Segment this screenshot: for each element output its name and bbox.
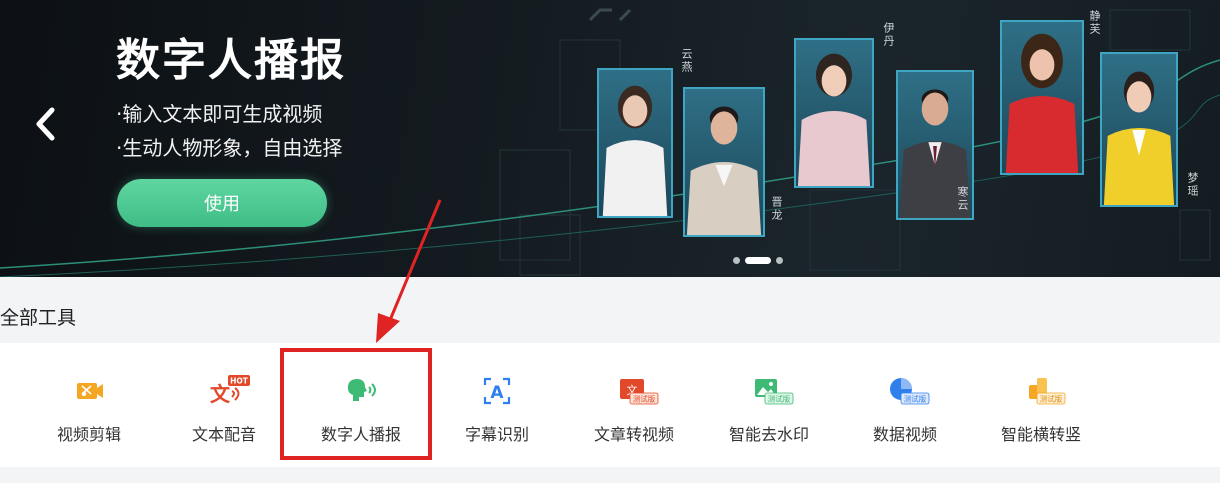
beta-badge: 测试版 (633, 394, 656, 404)
avatar-card-yidan[interactable] (794, 38, 874, 188)
avatar-figure (1005, 33, 1079, 173)
watermark-removal-icon: 测试版 (755, 379, 794, 405)
tool-text-dubbing[interactable]: 文 HOT 文本配音 (154, 343, 294, 467)
avatar-figure (686, 106, 762, 235)
tool-label: 智能横转竖 (1000, 425, 1081, 444)
use-button[interactable]: 使用 (117, 179, 327, 227)
avatar-card-jingfu[interactable] (1000, 20, 1084, 175)
subtitle-recognition-icon: A (483, 377, 511, 405)
avatar-figure (1103, 71, 1175, 205)
text-dubbing-icon: 文 HOT (210, 375, 250, 406)
tool-article-to-video[interactable]: 文 测试版 文章转视频 (564, 343, 704, 467)
tool-video-edit[interactable]: 视频剪辑 (19, 343, 159, 467)
avatar-name-label: 静芙 (1088, 10, 1101, 36)
svg-text:A: A (490, 383, 504, 403)
avatar-figure (602, 85, 668, 216)
tool-subtitle-recognition[interactable]: A 字幕识别 (427, 343, 567, 467)
chevron-left-icon (36, 107, 55, 141)
video-camera-scissors-icon (77, 383, 103, 399)
data-video-icon: 测试版 (890, 378, 930, 405)
beta-badge: 测试版 (768, 394, 791, 404)
section-title: 全部工具 (0, 307, 77, 329)
tools-panel: 视频剪辑 文 HOT 文本配音 数字人播报 A 字幕识别 文 测试版 文章转视频… (0, 343, 1220, 467)
tool-data-video[interactable]: 测试版 数据视频 (835, 343, 975, 467)
landscape-to-portrait-icon: 测试版 (1029, 378, 1066, 405)
banner-feature-1: ·输入文本即可生成视频 (116, 102, 323, 126)
tool-label: 数据视频 (872, 425, 937, 444)
tool-label: 文本配音 (191, 425, 256, 444)
hot-badge: HOT (230, 377, 249, 386)
banner-feature-2: ·生动人物形象，自由选择 (116, 136, 343, 160)
carousel-dot-active[interactable] (745, 257, 771, 264)
carousel-dot[interactable] (733, 257, 740, 264)
avatar-name-label: 伊丹 (882, 22, 895, 48)
avatar-name-label: 寒云 (956, 186, 969, 212)
article-to-video-icon: 文 测试版 (620, 379, 659, 405)
tool-label: 视频剪辑 (56, 425, 121, 444)
avatar-name-label: 云燕 (680, 48, 693, 74)
tool-label: 字幕识别 (464, 425, 529, 444)
tool-watermark-removal[interactable]: 测试版 智能去水印 (699, 343, 839, 467)
avatar-card-jinlong[interactable] (683, 87, 765, 237)
tool-landscape-to-portrait[interactable]: 测试版 智能横转竖 (971, 343, 1111, 467)
avatar-name-label: 梦瑶 (1186, 172, 1199, 198)
carousel-prev-button[interactable] (30, 104, 60, 144)
banner-title: 数字人播报 (116, 35, 346, 86)
avatar-card-mengyao[interactable] (1100, 52, 1178, 207)
hero-banner: 数字人播报 ·输入文本即可生成视频 ·生动人物形象，自由选择 使用 云燕 晋龙 … (0, 0, 1220, 277)
tool-label: 智能去水印 (728, 425, 809, 444)
tool-label: 文章转视频 (593, 425, 674, 444)
beta-badge: 测试版 (1040, 394, 1063, 404)
avatar-figure (797, 53, 871, 186)
annotation-arrow (376, 199, 442, 343)
highlight-annotation-box (280, 348, 432, 460)
beta-badge: 测试版 (904, 394, 927, 404)
svg-text:文: 文 (210, 382, 231, 406)
avatar-card-yunyan[interactable] (597, 68, 673, 218)
carousel-dot[interactable] (776, 257, 783, 264)
carousel-indicator (733, 257, 783, 264)
avatar-name-label: 晋龙 (770, 196, 783, 222)
